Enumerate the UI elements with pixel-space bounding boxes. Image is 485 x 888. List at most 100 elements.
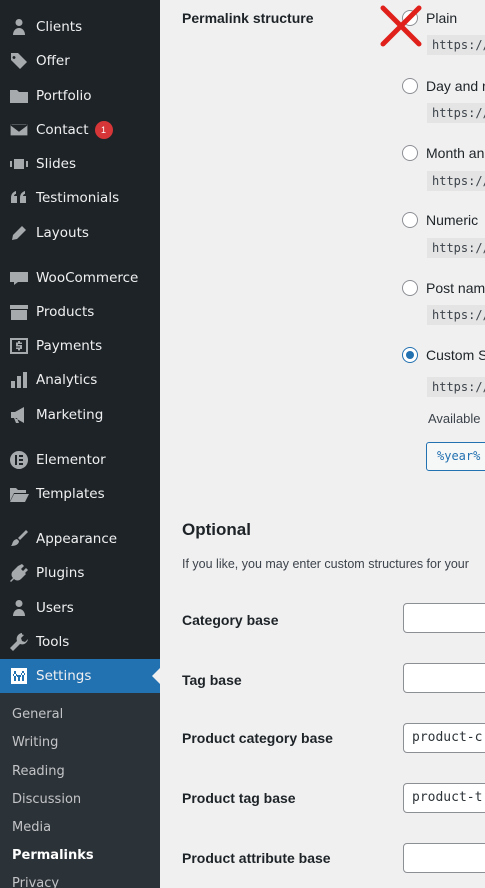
red-x-annotation-icon: [380, 5, 422, 47]
radio-button[interactable]: [402, 78, 418, 94]
sidebar-item-marketing[interactable]: Marketing: [0, 398, 160, 432]
sidebar-item-analytics[interactable]: Analytics: [0, 363, 160, 397]
sidebar-item-label: Slides: [36, 156, 76, 172]
radio-post-name[interactable]: Post nam: [402, 280, 485, 296]
sidebar-item-users[interactable]: Users: [0, 591, 160, 625]
plug-icon: [0, 563, 36, 583]
radio-label: Day and n: [426, 78, 485, 94]
radio-custom-structure[interactable]: Custom S: [402, 347, 485, 363]
sidebar-item-label: Layouts: [36, 225, 89, 241]
sidebar-item-elementor[interactable]: Elementor: [0, 443, 160, 477]
submenu-item-permalinks[interactable]: Permalinks: [12, 848, 94, 863]
radio-button[interactable]: [402, 280, 418, 296]
user-icon: [0, 17, 36, 37]
envelope-icon: [0, 120, 36, 140]
permalink-sample: https://: [427, 377, 485, 397]
sidebar-item-plugins[interactable]: Plugins: [0, 556, 160, 590]
radio-month-and-name[interactable]: Month an: [402, 145, 484, 161]
sidebar-item-label: Payments: [36, 338, 103, 354]
sidebar-item-label: Users: [36, 600, 74, 616]
radio-label: Month an: [426, 145, 485, 161]
tag-base-label: Tag base: [182, 672, 242, 688]
paintbrush-icon: [0, 529, 36, 549]
pencil-icon: [0, 223, 36, 243]
wrench-icon: [0, 632, 36, 652]
radio-day-and-name[interactable]: Day and n: [402, 78, 485, 94]
optional-section-description: If you like, you may enter custom struct…: [182, 557, 469, 571]
sidebar-item-layouts[interactable]: Layouts: [0, 216, 160, 250]
settings-icon: [0, 666, 36, 686]
radio-button-checked[interactable]: [402, 347, 418, 363]
available-tags-label: Available: [428, 411, 481, 426]
product-tag-base-label: Product tag base: [182, 790, 296, 806]
year-tag-button[interactable]: %year%: [426, 442, 485, 471]
radio-label: Plain: [426, 10, 458, 26]
sidebar-item-label: Contact: [36, 122, 89, 138]
sidebar-item-label: WooCommerce: [36, 270, 139, 286]
archive-icon: [0, 302, 36, 322]
sidebar-item-products[interactable]: Products: [0, 295, 160, 329]
sidebar-item-slides[interactable]: Slides: [0, 147, 160, 181]
radio-label: Numeric: [426, 212, 479, 228]
permalink-structure-label: Permalink structure: [182, 10, 314, 26]
product-tag-base-input[interactable]: product-t: [403, 783, 485, 813]
product-category-base-input[interactable]: product-c: [403, 723, 485, 753]
radio-label: Custom S: [426, 347, 485, 363]
sidebar-item-portfolio[interactable]: Portfolio: [0, 79, 160, 113]
submenu-item-discussion[interactable]: Discussion: [12, 792, 81, 807]
radio-label: Post nam: [426, 280, 485, 296]
sidebar-item-woocommerce[interactable]: WooCommerce: [0, 261, 160, 295]
submenu-item-privacy[interactable]: Privacy: [12, 876, 59, 888]
megaphone-icon: [0, 405, 36, 425]
radio-button[interactable]: [402, 212, 418, 228]
slides-icon: [0, 154, 36, 174]
sidebar-item-tools[interactable]: Tools: [0, 625, 160, 659]
submenu-item-general[interactable]: General: [12, 707, 63, 722]
permalink-sample: https://: [427, 35, 485, 55]
radio-button[interactable]: [402, 145, 418, 161]
sidebar-item-label: Tools: [36, 634, 70, 650]
folder-open-icon: [0, 484, 36, 504]
sidebar-item-label: Clients: [36, 19, 83, 35]
sidebar-item-label: Settings: [36, 668, 92, 684]
sidebar-item-label: Plugins: [36, 565, 85, 581]
permalink-sample: https://: [427, 238, 485, 258]
bar-chart-icon: [0, 370, 36, 390]
submenu-item-media[interactable]: Media: [12, 820, 51, 835]
category-base-label: Category base: [182, 612, 279, 628]
category-base-input[interactable]: [403, 603, 485, 633]
product-attribute-base-label: Product attribute base: [182, 850, 331, 866]
permalink-sample: https://: [427, 171, 485, 191]
settings-submenu: General Writing Reading Discussion Media…: [0, 693, 160, 888]
optional-section-title: Optional: [182, 520, 251, 539]
product-attribute-base-input[interactable]: [403, 843, 485, 873]
sidebar-item-testimonials[interactable]: Testimonials: [0, 181, 160, 215]
product-category-base-label: Product category base: [182, 730, 333, 746]
submenu-item-reading[interactable]: Reading: [12, 764, 65, 779]
tag-base-input[interactable]: [403, 663, 485, 693]
radio-numeric[interactable]: Numeric: [402, 212, 478, 228]
tag-icon: [0, 51, 36, 71]
elementor-icon: [0, 450, 36, 470]
settings-content: Permalink structure Plain https:// Day a…: [160, 0, 485, 888]
submenu-item-writing[interactable]: Writing: [12, 735, 58, 750]
sidebar-item-clients[interactable]: Clients: [0, 10, 160, 44]
sidebar-item-label: Offer: [36, 53, 70, 69]
users-icon: [0, 598, 36, 618]
sidebar-item-templates[interactable]: Templates: [0, 477, 160, 511]
woo-icon: [0, 268, 36, 288]
sidebar-item-settings[interactable]: Settings: [0, 659, 160, 693]
admin-sidebar: Clients Offer Portfolio Contact 1 Slides…: [0, 0, 160, 888]
sidebar-item-label: Analytics: [36, 372, 98, 388]
sidebar-item-label: Portfolio: [36, 88, 92, 104]
sidebar-item-label: Appearance: [36, 531, 118, 547]
sidebar-item-appearance[interactable]: Appearance: [0, 522, 160, 556]
folder-icon: [0, 86, 36, 106]
sidebar-item-label: Elementor: [36, 452, 106, 468]
sidebar-item-contact[interactable]: Contact 1: [0, 113, 160, 147]
dollar-icon: [0, 336, 36, 356]
sidebar-item-payments[interactable]: Payments: [0, 329, 160, 363]
sidebar-item-offer[interactable]: Offer: [0, 44, 160, 78]
sidebar-item-label: Templates: [36, 486, 105, 502]
sidebar-item-label: Products: [36, 304, 95, 320]
